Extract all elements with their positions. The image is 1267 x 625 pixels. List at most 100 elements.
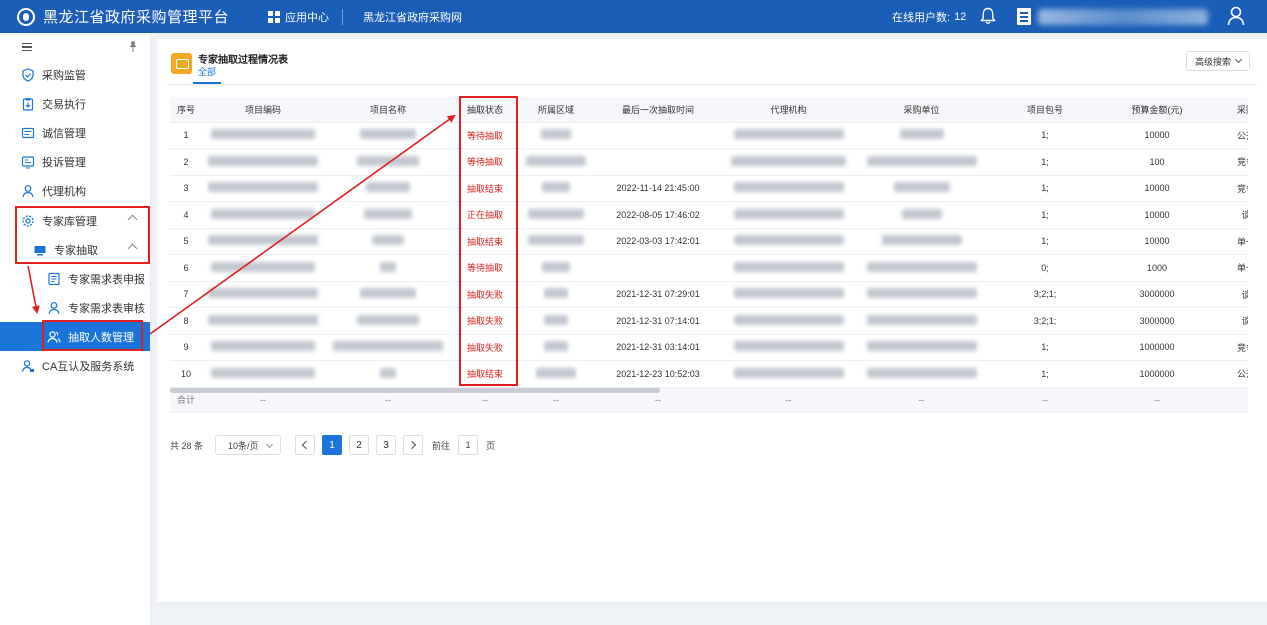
- sidebar-item-label: 专家需求表审核: [68, 302, 145, 315]
- apps-center-link[interactable]: 应用中心: [268, 0, 329, 33]
- cell-purchaser-redacted: [855, 334, 988, 361]
- cell-agency-redacted: [722, 148, 855, 176]
- next-page-button[interactable]: [403, 435, 424, 455]
- cell-purchaser-redacted: [855, 122, 988, 149]
- advanced-search-button[interactable]: 高级搜索: [1186, 51, 1250, 71]
- cell-no: 1: [170, 122, 202, 149]
- table-row[interactable]: 10 抽取结束 2021-12-23 10:52:03 1; 1000000 公…: [170, 360, 1248, 388]
- cell-package: 1;: [988, 175, 1102, 202]
- cell-budget: 1000000: [1102, 334, 1212, 361]
- cell-code-redacted: [202, 281, 324, 308]
- cell-package: 1;: [988, 148, 1102, 176]
- page-button-1[interactable]: 1: [322, 435, 343, 455]
- table-row[interactable]: 3 抽取结束 2022-11-14 21:45:00 1; 10000 竞争: [170, 175, 1248, 202]
- cell-method: 单一: [1212, 254, 1248, 282]
- user-icon[interactable]: [1227, 6, 1245, 26]
- cell-name-redacted: [324, 175, 452, 202]
- cell-agency-redacted: [722, 334, 855, 361]
- cell-budget: 3000000: [1102, 281, 1212, 308]
- sidebar-item-trade-execution[interactable]: 交易执行: [0, 89, 150, 118]
- cell-agency-redacted: [722, 360, 855, 388]
- sidebar-item-label: 诚信管理: [42, 127, 86, 140]
- cell-name-redacted: [324, 122, 452, 149]
- total-value: --: [988, 387, 1102, 413]
- document-icon[interactable]: [1017, 8, 1031, 25]
- cell-time: 2021-12-31 03:14:01: [594, 334, 722, 361]
- sidebar-item-expert-demand-review[interactable]: 专家需求表审核: [0, 293, 150, 322]
- column-header: 预算金额(元): [1102, 97, 1212, 123]
- cell-method: 谈: [1212, 281, 1248, 308]
- column-header: 采购: [1212, 97, 1248, 123]
- table-row[interactable]: 1 等待抽取 1; 10000 公开: [170, 122, 1248, 149]
- cell-package: 1;: [988, 360, 1102, 388]
- cell-budget: 100: [1102, 148, 1212, 176]
- prev-page-button[interactable]: [295, 435, 316, 455]
- cell-package: 1;: [988, 334, 1102, 361]
- cell-budget: 10000: [1102, 175, 1212, 202]
- card-icon: [21, 127, 35, 138]
- sidebar-item-label: 代理机构: [42, 185, 86, 198]
- cell-purchaser-redacted: [855, 254, 988, 282]
- cell-region-redacted: [518, 228, 594, 255]
- table-row[interactable]: 5 抽取结束 2022-03-03 17:42:01 1; 10000 单一: [170, 228, 1248, 255]
- page-size-select[interactable]: 10条/页: [215, 435, 282, 455]
- cell-package: 3;2;1;: [988, 307, 1102, 335]
- online-users-count: 12: [954, 10, 967, 23]
- cell-purchaser-redacted: [855, 307, 988, 335]
- sidebar-item-expert-demand-declare[interactable]: 专家需求表申报: [0, 264, 150, 293]
- cell-region-redacted: [518, 360, 594, 388]
- column-header: 项目编码: [202, 97, 324, 123]
- column-header: 代理机构: [722, 97, 855, 123]
- sidebar-item-credit-management[interactable]: 诚信管理: [0, 118, 150, 147]
- sidebar-item-agency[interactable]: 代理机构: [0, 176, 150, 205]
- cell-purchaser-redacted: [855, 360, 988, 388]
- horizontal-scrollbar[interactable]: [170, 388, 660, 393]
- cell-time: [594, 254, 722, 282]
- cell-region-redacted: [518, 122, 594, 149]
- cell-method: 公开: [1212, 360, 1248, 388]
- cell-agency-redacted: [722, 307, 855, 335]
- column-header: 序号: [170, 97, 202, 123]
- cell-region-redacted: [518, 148, 594, 176]
- table-row[interactable]: 7 抽取失败 2021-12-31 07:29:01 3;2;1; 300000…: [170, 281, 1248, 308]
- cell-agency-redacted: [722, 281, 855, 308]
- sidebar-item-label: 交易执行: [42, 98, 86, 111]
- cell-time: [594, 122, 722, 149]
- form-icon: [48, 272, 60, 285]
- cell-package: 1;: [988, 122, 1102, 149]
- table-row[interactable]: 9 抽取失败 2021-12-31 03:14:01 1; 1000000 竞争: [170, 334, 1248, 361]
- cell-package: 1;: [988, 228, 1102, 255]
- cell-budget: 1000: [1102, 254, 1212, 282]
- sidebar-item-label: 专家需求表申报: [68, 273, 145, 286]
- cell-no: 2: [170, 148, 202, 176]
- content-card: 专家抽取过程情况表 全部 高级搜索 序号 项目编码 项目名称 抽取状态 所属区域…: [157, 39, 1267, 602]
- cell-name-redacted: [324, 228, 452, 255]
- goto-page-input[interactable]: 1: [458, 435, 479, 455]
- procurement-site-link[interactable]: 黑龙江省政府采购网: [363, 0, 462, 33]
- user-name-redacted: [1038, 9, 1208, 25]
- table-row[interactable]: 2 等待抽取 1; 100 竞争: [170, 148, 1248, 176]
- page-button-3[interactable]: 3: [376, 435, 397, 455]
- column-header: 所属区域: [518, 97, 594, 123]
- table-row[interactable]: 4 正在抽取 2022-08-05 17:46:02 1; 10000 谈: [170, 201, 1248, 229]
- table-row[interactable]: 8 抽取失败 2021-12-31 07:14:01 3;2;1; 300000…: [170, 307, 1248, 335]
- chevron-left-icon: [301, 440, 311, 450]
- bell-icon[interactable]: [980, 7, 996, 25]
- cell-purchaser-redacted: [855, 281, 988, 308]
- cell-time: 2021-12-31 07:29:01: [594, 281, 722, 308]
- sidebar-item-procurement-supervision[interactable]: 采购监管: [0, 60, 150, 89]
- cell-method: 竞争: [1212, 334, 1248, 361]
- logo-icon: [17, 7, 35, 26]
- cell-name-redacted: [324, 334, 452, 361]
- tab-all[interactable]: 全部: [198, 65, 216, 78]
- cell-agency-redacted: [722, 175, 855, 202]
- table-header-row: 序号 项目编码 项目名称 抽取状态 所属区域 最后一次抽取时间 代理机构 采购单…: [170, 97, 1248, 123]
- cell-purchaser-redacted: [855, 201, 988, 229]
- table-row[interactable]: 6 等待抽取 0; 1000 单一: [170, 254, 1248, 282]
- sidebar-item-complaint-management[interactable]: 投诉管理: [0, 147, 150, 176]
- menu-icon[interactable]: [22, 43, 32, 51]
- page-button-2[interactable]: 2: [349, 435, 370, 455]
- pin-icon[interactable]: [128, 41, 138, 52]
- cell-name-redacted: [324, 360, 452, 388]
- sidebar-item-ca-service[interactable]: CA互认及服务系统: [0, 351, 150, 380]
